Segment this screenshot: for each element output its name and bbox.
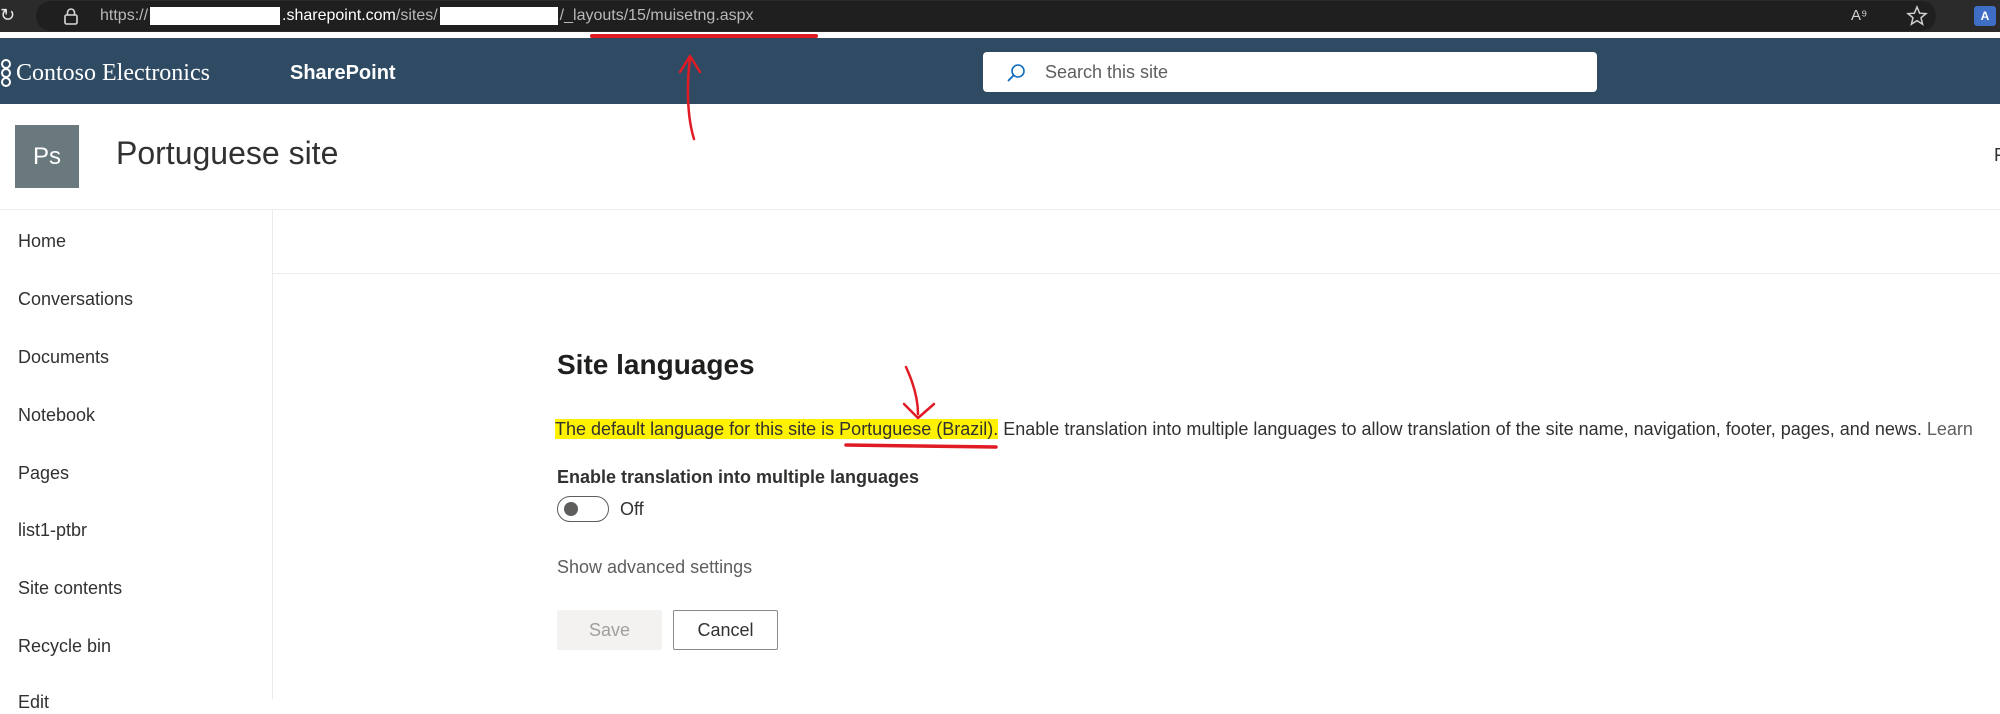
nav-item-home[interactable]: Home — [18, 229, 66, 253]
site-logo[interactable]: Ps — [15, 125, 79, 188]
nav-item-site-contents[interactable]: Site contents — [18, 576, 122, 600]
nav-item-list1-ptbr[interactable]: list1-ptbr — [18, 518, 87, 542]
nav-item-conversations[interactable]: Conversations — [18, 287, 133, 311]
annotation-arrow-down — [904, 365, 920, 416]
default-prefix: The default language for this site is — [555, 419, 840, 439]
search-icon — [1005, 62, 1027, 84]
nav-item-recycle-bin[interactable]: Recycle bin — [18, 634, 111, 658]
url-path: /_layouts/15/muisetng.aspx — [559, 7, 754, 24]
contoso-logo-icon[interactable] — [0, 56, 14, 88]
redacted-tenant — [150, 7, 281, 25]
highlighted-default-text: The default language for this site is Po… — [555, 419, 999, 439]
nav-item-notebook[interactable]: Notebook — [18, 403, 95, 427]
command-bar — [273, 210, 2000, 274]
suite-app-name[interactable]: SharePoint — [290, 60, 396, 86]
default-language-description: The default language for this site is Po… — [555, 416, 1973, 442]
toggle-knob — [564, 502, 578, 516]
url-text: https:// .sharepoint.com/sites/ /_layouts/… — [100, 7, 754, 25]
redacted-site — [439, 7, 558, 25]
star-icon[interactable] — [1906, 5, 1928, 27]
description-rest: Enable translation into multiple languag… — [998, 419, 1922, 439]
url-host: .sharepoint.com — [282, 7, 396, 24]
read-aloud-icon[interactable]: A⁹ — [1851, 6, 1873, 26]
translate-icon[interactable]: A — [1974, 6, 1996, 26]
toggle-label: Enable translation into multiple languag… — [557, 467, 920, 487]
toggle-state-text: Off — [620, 499, 644, 519]
annotation-underline-language — [844, 443, 998, 449]
url-scheme: https:// — [100, 7, 149, 24]
nav-item-edit[interactable]: Edit — [18, 690, 49, 714]
annotation-underline-url — [590, 34, 818, 38]
save-button[interactable]: Save — [557, 610, 662, 650]
learn-more-link[interactable]: Learn — [1927, 419, 1973, 439]
translation-toggle[interactable] — [557, 496, 609, 522]
nav-item-documents[interactable]: Documents — [18, 345, 109, 369]
left-navigation — [0, 210, 273, 699]
site-title[interactable]: Portuguese site — [116, 133, 338, 173]
search-input[interactable] — [1045, 52, 1575, 92]
header-edge-text[interactable]: F — [1994, 145, 2000, 166]
url-sites: /sites/ — [395, 7, 438, 24]
refresh-icon[interactable]: ↻ — [0, 5, 15, 25]
brand-name[interactable]: Contoso Electronics — [16, 58, 210, 88]
section-title: Site languages — [557, 349, 755, 380]
search-box[interactable] — [983, 52, 1597, 92]
nav-item-pages[interactable]: Pages — [18, 461, 69, 485]
lock-icon[interactable] — [62, 7, 80, 25]
cancel-button[interactable]: Cancel — [673, 610, 778, 650]
show-advanced-settings-link[interactable]: Show advanced settings — [557, 555, 752, 579]
default-language-value: Portuguese (Brazil) — [839, 419, 994, 439]
